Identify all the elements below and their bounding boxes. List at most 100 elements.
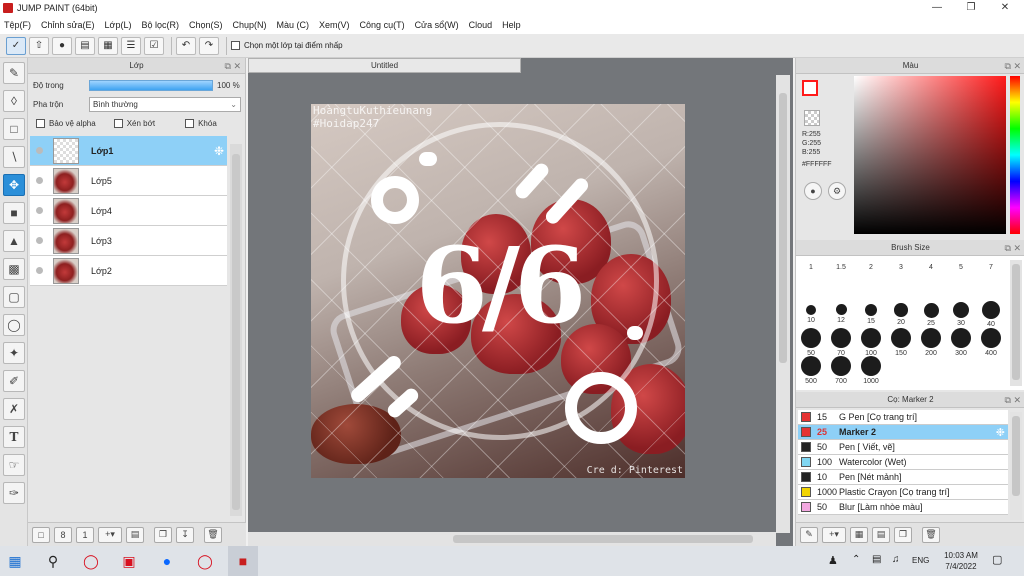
rectangle-tool-icon[interactable]: □ bbox=[3, 118, 25, 140]
brush-size-option[interactable]: 30 bbox=[946, 300, 976, 327]
panel-window-icon[interactable]: ⧉ ✕ bbox=[1005, 58, 1021, 74]
brush-size-option[interactable]: 12 bbox=[826, 300, 856, 324]
merge-layer-icon[interactable]: ↧ bbox=[176, 526, 194, 543]
select-pen-tool-icon[interactable]: ✐ bbox=[3, 370, 25, 392]
brush-size-option[interactable]: 20 bbox=[886, 300, 916, 326]
menu-select[interactable]: Chọn(S) bbox=[189, 20, 223, 30]
rect-select-tool-icon[interactable]: ▢ bbox=[3, 286, 25, 308]
chevron-up-icon[interactable]: ⌃ bbox=[852, 554, 860, 565]
brush-size-option[interactable]: 40 bbox=[976, 300, 1006, 328]
brush-size-scrollbar[interactable] bbox=[1010, 260, 1022, 386]
menu-tools[interactable]: Công cụ(T) bbox=[360, 20, 405, 30]
brush-size-option[interactable]: 700 bbox=[826, 356, 856, 385]
brush-item[interactable]: 50 Blur [Làm nhòe màu] bbox=[798, 500, 1008, 515]
palette-settings-icon[interactable]: ⚙ bbox=[828, 182, 846, 200]
clock[interactable]: 10:03 AM 7/4/2022 bbox=[940, 550, 982, 572]
panel-window-icon[interactable]: ⧉ ✕ bbox=[1005, 240, 1021, 256]
brush-size-option[interactable]: 300 bbox=[946, 328, 976, 357]
menu-help[interactable]: Help bbox=[502, 20, 521, 30]
menu-capture[interactable]: Chụp(N) bbox=[233, 20, 267, 30]
panel-window-icon[interactable]: ⧉ ✕ bbox=[225, 58, 241, 74]
brush-size-option[interactable]: 70 bbox=[826, 328, 856, 357]
text-tool-icon[interactable]: T bbox=[3, 426, 25, 448]
brush-item[interactable]: 50 Pen [ Viết, vẽ] bbox=[798, 440, 1008, 455]
brush-size-option[interactable]: 3 bbox=[886, 262, 916, 271]
eraser-tool-icon[interactable]: ◊ bbox=[3, 90, 25, 112]
menu-color[interactable]: Màu (C) bbox=[277, 20, 310, 30]
lasso-tool-icon[interactable]: ◯ bbox=[3, 314, 25, 336]
close-button[interactable]: ✕ bbox=[990, 0, 1020, 16]
brush-size-option[interactable]: 4 bbox=[916, 262, 946, 271]
bucket-tool-icon[interactable]: ▲ bbox=[3, 230, 25, 252]
add-layer-menu-icon[interactable]: +▾ bbox=[98, 526, 122, 543]
folder-icon[interactable]: ▤ bbox=[872, 526, 890, 543]
network-icon[interactable]: ▤ bbox=[872, 554, 881, 565]
layer-row[interactable]: Lớp5 bbox=[30, 166, 227, 196]
layer-row[interactable]: Lớp3 bbox=[30, 226, 227, 256]
canvas-vertical-scrollbar[interactable] bbox=[776, 75, 790, 533]
canvas-horizontal-scrollbar[interactable] bbox=[248, 532, 776, 546]
scrollbar-thumb[interactable] bbox=[1012, 416, 1020, 496]
opera-icon[interactable]: ◯ bbox=[76, 546, 106, 576]
checklist-icon[interactable]: ☑ bbox=[144, 36, 164, 55]
undo-icon[interactable]: ↶ bbox=[176, 36, 196, 55]
brush-size-option[interactable]: 1.5 bbox=[826, 262, 856, 271]
comment-icon[interactable]: ▤ bbox=[75, 36, 95, 55]
layer-row[interactable]: Lớp1 ❉ bbox=[30, 136, 227, 166]
gradient-tool-icon[interactable]: ▩ bbox=[3, 258, 25, 280]
brush-size-option[interactable]: 1 bbox=[796, 262, 826, 271]
menu-cloud[interactable]: Cloud bbox=[469, 20, 493, 30]
new-1bit-layer-icon[interactable]: 1 bbox=[76, 526, 94, 543]
brush-size-option[interactable]: 5 bbox=[946, 262, 976, 271]
new-layer-icon[interactable]: □ bbox=[32, 526, 50, 543]
select-eraser-tool-icon[interactable]: ✗ bbox=[3, 398, 25, 420]
panel-window-icon[interactable]: ⧉ ✕ bbox=[1005, 392, 1021, 408]
visibility-icon[interactable] bbox=[36, 237, 43, 244]
canvas-area[interactable]: Untitled 6/6 HoàngtuKuthieunang #Hoidap2… bbox=[248, 58, 793, 546]
duplicate-brush-icon[interactable]: ❐ bbox=[894, 526, 912, 543]
layer-row[interactable]: Lớp2 bbox=[30, 256, 227, 286]
brush-item[interactable]: 100 Watercolor (Wet) bbox=[798, 455, 1008, 470]
move-tool-icon[interactable]: ✥ bbox=[3, 174, 25, 196]
eyedropper-tool-icon[interactable]: ✑ bbox=[3, 482, 25, 504]
brush-item[interactable]: 1000 Plastic Crayon [Cọ trang trí] bbox=[798, 485, 1008, 500]
share-icon[interactable]: ⇧ bbox=[29, 36, 49, 55]
redo-icon[interactable]: ↷ bbox=[199, 36, 219, 55]
brush-size-option[interactable]: 200 bbox=[916, 328, 946, 357]
brush-size-option[interactable]: 15 bbox=[856, 300, 886, 325]
menu-view[interactable]: Xem(V) bbox=[319, 20, 350, 30]
duplicate-layer-icon[interactable]: ❐ bbox=[154, 526, 172, 543]
menu-layer[interactable]: Lớp(L) bbox=[105, 20, 132, 30]
clipping-checkbox[interactable] bbox=[113, 119, 123, 128]
artwork[interactable]: 6/6 HoàngtuKuthieunang #Hoidap247 Cre d:… bbox=[311, 104, 685, 478]
visibility-icon[interactable] bbox=[36, 267, 43, 274]
gear-icon[interactable]: ❉ bbox=[214, 144, 224, 158]
menu-edit[interactable]: Chỉnh sửa(E) bbox=[41, 20, 95, 30]
line-tool-icon[interactable]: ∖ bbox=[3, 146, 25, 168]
visibility-icon[interactable] bbox=[36, 147, 43, 154]
brush-size-option[interactable]: 50 bbox=[796, 328, 826, 357]
brush-size-option[interactable]: 10 bbox=[796, 300, 826, 324]
hand-tool-icon[interactable]: ☞ bbox=[3, 454, 25, 476]
brush-size-option[interactable]: 150 bbox=[886, 328, 916, 357]
document-tab[interactable]: Untitled bbox=[248, 58, 521, 73]
speech-bubble-icon[interactable]: ● bbox=[52, 36, 72, 55]
zalo-icon[interactable]: ● bbox=[152, 546, 182, 576]
windows-start-icon[interactable]: ▦ bbox=[0, 546, 30, 576]
scrollbar-thumb[interactable] bbox=[1012, 264, 1020, 380]
menu-file[interactable]: Tệp(F) bbox=[4, 20, 31, 30]
pick-layer-checkbox[interactable] bbox=[231, 41, 240, 50]
visibility-icon[interactable] bbox=[36, 207, 43, 214]
page-icon[interactable]: ▦ bbox=[850, 526, 868, 543]
brush-item[interactable]: 15 G Pen [Cọ trang trí] bbox=[798, 410, 1008, 425]
list-icon[interactable]: ☰ bbox=[121, 36, 141, 55]
scrollbar-thumb[interactable] bbox=[779, 93, 787, 363]
maximize-button[interactable]: ❐ bbox=[956, 0, 986, 16]
volume-icon[interactable]: ♫ bbox=[892, 554, 900, 565]
new-8bit-layer-icon[interactable]: 8 bbox=[54, 526, 72, 543]
page-icon[interactable]: ▦ bbox=[98, 36, 118, 55]
add-brush-menu-icon[interactable]: +▾ bbox=[822, 526, 846, 543]
scrollbar-thumb[interactable] bbox=[453, 535, 753, 543]
color-saturation-field[interactable] bbox=[854, 76, 1006, 234]
people-icon[interactable]: ♟ bbox=[828, 554, 838, 567]
